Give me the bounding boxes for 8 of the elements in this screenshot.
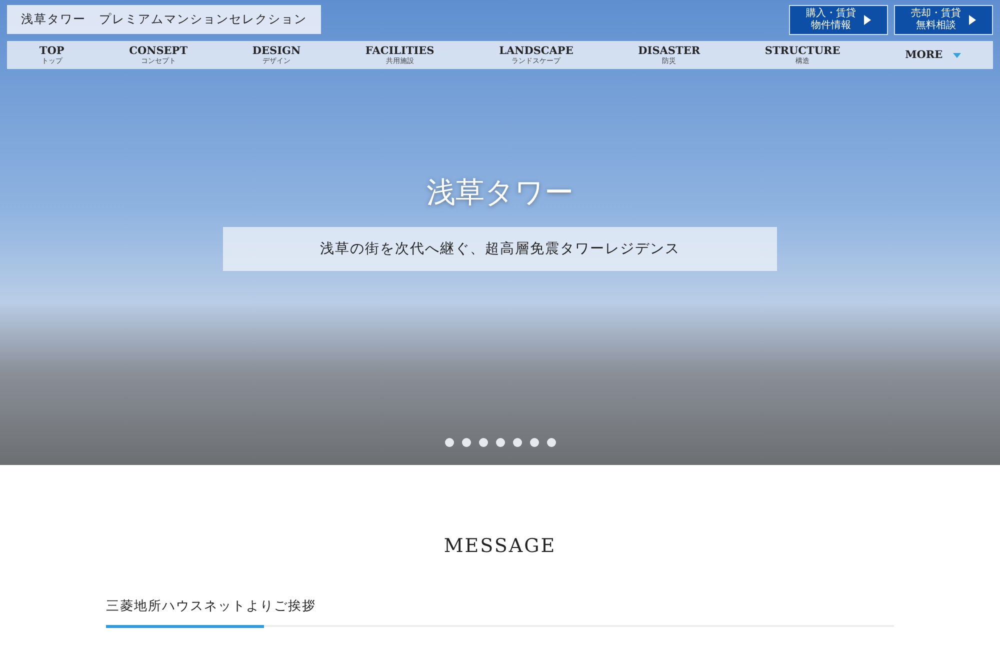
site-title[interactable]: 浅草タワー プレミアムマンションセレクション [7,5,321,34]
cta-button[interactable]: 購入・賃貸 物件情報 [789,5,888,35]
hero-title: 浅草タワー [426,174,574,211]
hero-tagline: 浅草の街を次代へ継ぐ、超高層免震タワーレジデンス [320,240,680,258]
more-dropdown[interactable]: MORE [905,49,961,61]
cta-button[interactable]: 売却・賃貸 無料相談 [894,5,993,35]
section-subheading: 三菱地所ハウスネットよりご挨拶 [106,598,316,615]
section-heading: MESSAGE [444,535,556,557]
